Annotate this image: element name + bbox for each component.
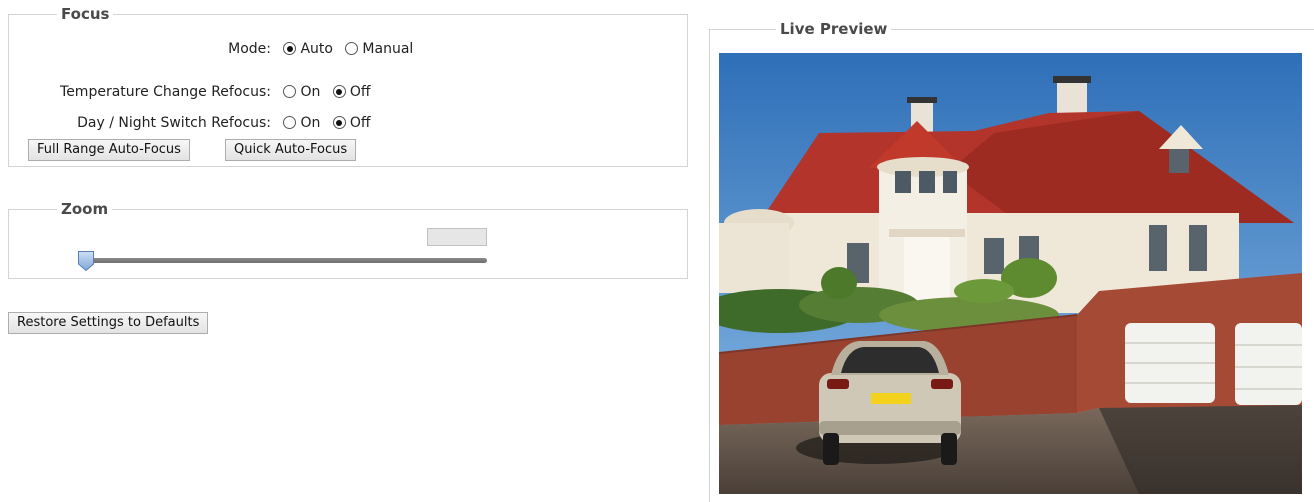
full-range-autofocus-button[interactable]: Full Range Auto-Focus	[28, 139, 190, 161]
temp-on-label[interactable]: On	[300, 84, 320, 100]
zoom-legend: Zoom	[57, 200, 113, 218]
mode-auto-label[interactable]: Auto	[300, 41, 333, 57]
zoom-slider-track[interactable]	[86, 258, 487, 263]
live-preview-legend: Live Preview	[776, 20, 892, 38]
live-preview-title: Live Preview	[780, 20, 888, 38]
focus-title: Focus	[61, 5, 110, 23]
zoom-title: Zoom	[61, 200, 109, 218]
daynight-refocus-row: Day / Night Switch Refocus: On Off	[8, 114, 370, 132]
daynight-on-label[interactable]: On	[300, 115, 320, 131]
zoom-slider-thumb[interactable]	[77, 250, 95, 272]
temp-refocus-row: Temperature Change Refocus: On Off	[8, 83, 370, 101]
live-preview-image	[719, 53, 1302, 494]
focus-legend: Focus	[57, 5, 114, 23]
daynight-off-radio[interactable]	[332, 116, 346, 129]
daynight-on-radio[interactable]	[283, 116, 297, 129]
mode-manual-label[interactable]: Manual	[362, 41, 413, 57]
zoom-value-field	[427, 228, 487, 246]
mode-row: Mode: Auto Manual	[8, 40, 413, 58]
temp-off-radio[interactable]	[332, 85, 346, 98]
daynight-refocus-label: Day / Night Switch Refocus:	[77, 115, 271, 131]
zoom-group: Zoom	[8, 200, 688, 279]
mode-label: Mode:	[228, 41, 271, 57]
quick-autofocus-button[interactable]: Quick Auto-Focus	[225, 139, 357, 161]
camera-scene-illustration	[719, 53, 1302, 494]
mode-auto-radio[interactable]	[283, 42, 297, 55]
temp-off-label[interactable]: Off	[350, 84, 371, 100]
mode-manual-radio[interactable]	[345, 42, 359, 55]
temp-refocus-label: Temperature Change Refocus:	[60, 84, 271, 100]
daynight-off-label[interactable]: Off	[350, 115, 371, 131]
restore-defaults-button[interactable]: Restore Settings to Defaults	[8, 312, 209, 334]
temp-on-radio[interactable]	[283, 85, 297, 98]
